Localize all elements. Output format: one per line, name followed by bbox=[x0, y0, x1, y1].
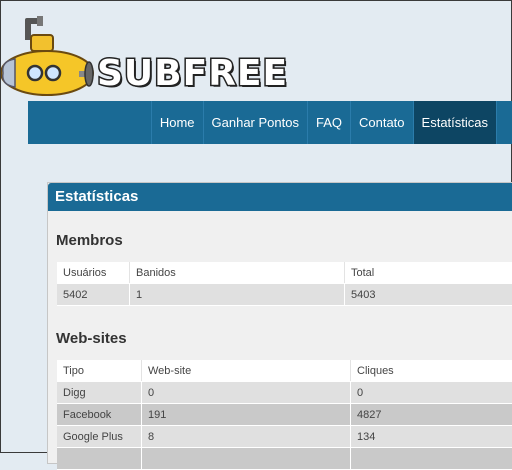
table-cell: 191 bbox=[142, 404, 351, 426]
site-logo[interactable]: SUBFREE bbox=[1, 1, 251, 101]
table-cell: 5402 bbox=[57, 284, 130, 306]
table-cell: 5403 bbox=[345, 284, 512, 306]
table-cell: Google Plus bbox=[57, 426, 142, 448]
table-row: Google Plus 8 134 bbox=[57, 426, 512, 448]
table-row: 5402 1 5403 bbox=[57, 284, 512, 306]
column-header: Cliques bbox=[351, 360, 512, 382]
submarine-icon bbox=[1, 1, 101, 101]
stats-panel: Estatísticas Membros Usuários Banidos To… bbox=[47, 182, 512, 464]
table-cell: 134 bbox=[351, 426, 512, 448]
nav-divider bbox=[496, 101, 512, 144]
membros-table: Usuários Banidos Total 5402 1 5403 bbox=[57, 262, 512, 306]
nav-home[interactable]: Home bbox=[151, 101, 203, 144]
table-cell: 1 bbox=[130, 284, 345, 306]
table-header-row: Tipo Web-site Cliques bbox=[57, 360, 512, 382]
nav-contato[interactable]: Contato bbox=[350, 101, 413, 144]
membros-heading: Membros bbox=[56, 232, 123, 249]
nav-ganhar-pontos[interactable]: Ganhar Pontos bbox=[203, 101, 307, 144]
nav-estatisticas[interactable]: Estatísticas bbox=[413, 101, 496, 144]
table-cell bbox=[351, 448, 512, 470]
column-header: Usuários bbox=[57, 262, 130, 284]
table-cell: 4827 bbox=[351, 404, 512, 426]
main-navbar: Home Ganhar Pontos FAQ Contato Estatísti… bbox=[28, 101, 512, 144]
table-row: Facebook 191 4827 bbox=[57, 404, 512, 426]
websites-table: Tipo Web-site Cliques Digg 0 0 Facebook … bbox=[57, 360, 512, 470]
table-cell: 0 bbox=[142, 382, 351, 404]
table-cell: 0 bbox=[351, 382, 512, 404]
logo-text: SUBFREE bbox=[97, 53, 288, 94]
table-cell: Facebook bbox=[57, 404, 142, 426]
table-row bbox=[57, 448, 512, 470]
table-row: Digg 0 0 bbox=[57, 382, 512, 404]
nav-faq[interactable]: FAQ bbox=[307, 101, 350, 144]
table-cell: 8 bbox=[142, 426, 351, 448]
websites-heading: Web-sites bbox=[56, 330, 127, 347]
table-cell: Digg bbox=[57, 382, 142, 404]
table-cell bbox=[142, 448, 351, 470]
column-header: Total bbox=[345, 262, 512, 284]
table-header-row: Usuários Banidos Total bbox=[57, 262, 512, 284]
table-cell bbox=[57, 448, 142, 470]
column-header: Web-site bbox=[142, 360, 351, 382]
column-header: Tipo bbox=[57, 360, 142, 382]
panel-title: Estatísticas bbox=[48, 183, 512, 211]
column-header: Banidos bbox=[130, 262, 345, 284]
